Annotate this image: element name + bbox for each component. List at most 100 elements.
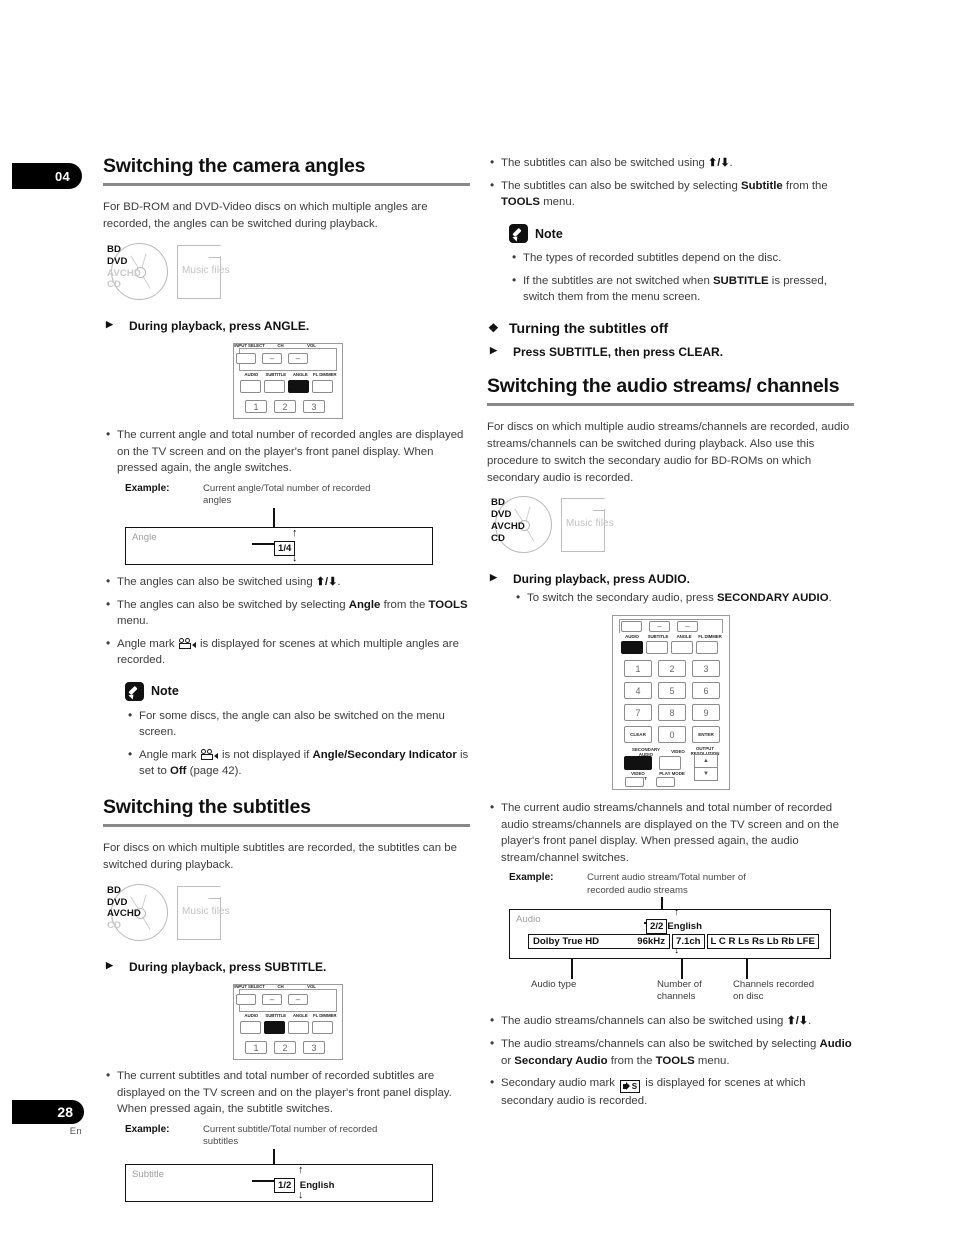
section1-intro: For BD-ROM and DVD-Video discs on which … (103, 201, 428, 231)
remote-key-enter: ENTER (692, 726, 720, 744)
remote-label-play-mode: PLAY MODE (659, 771, 685, 777)
remote-button-fl-dimmer (696, 641, 718, 655)
caption-audio-type: Audio type (531, 979, 577, 991)
disc-label-cd: CD (491, 532, 506, 544)
example-caption: Current audio stream/Total number of rec… (587, 872, 746, 896)
remote-keypad: 1 2 3 4 5 6 7 8 9 CLEAR 0 ENTER (624, 660, 720, 748)
page-language: En (69, 1126, 82, 1137)
remote-button-fl-dimmer (312, 380, 333, 394)
disc-label-bd: BD (107, 244, 122, 256)
note-title: Note (535, 226, 563, 241)
example-label: Example: (125, 1123, 170, 1135)
page-footer: 28 En (12, 1100, 96, 1137)
remote-label-audio: AUDIO (244, 1013, 259, 1018)
display-channel-list: L C R Ls Rs Lb Rb LFE (706, 934, 819, 950)
remote-key-2: 2 (658, 660, 686, 678)
subtitle-continued-bullets: The subtitles can also be switched using… (487, 154, 854, 211)
remote-button-ch: – (262, 993, 282, 1005)
remote-button-audio (240, 380, 261, 394)
disc-label-bd: BD (491, 497, 506, 509)
section3-bullets: The current audio streams/channels and t… (487, 799, 854, 866)
remote-key-7: 7 (624, 704, 652, 722)
display-sample-rate: 96kHz (637, 936, 665, 948)
pencil-icon (509, 224, 528, 243)
disc-label-dvd: DVD (107, 896, 128, 908)
remote-button-input-select (621, 621, 642, 633)
remote-label-input-select: INPUT SELECT (234, 343, 265, 349)
bullet: The current subtitles and total number o… (103, 1067, 470, 1118)
disc-label-dvd: DVD (491, 509, 512, 521)
remote-button-2: 2 (274, 400, 296, 414)
remote-button-play-mode (656, 777, 675, 788)
remote-button-vol: – (677, 621, 698, 633)
bullet: To switch the secondary audio, press SEC… (513, 590, 854, 607)
remote-label-vol: VOL (307, 343, 316, 349)
remote-diagram-audio: – – AUDIO SUBTITLE ANGLE FL DIMMER 1 2 3… (612, 615, 730, 791)
section-rule (103, 824, 470, 828)
note-header-1: Note (125, 681, 470, 701)
pencil-icon (125, 681, 144, 701)
remote-button-input-select (236, 352, 256, 364)
display-panel-angle: Angle 1/4 ↑ ↓ (125, 526, 433, 565)
secondary-audio-mark-icon: S (620, 1080, 641, 1094)
section3-bullets-after: The audio streams/channels can also be s… (487, 1012, 854, 1110)
remote-key-9: 9 (692, 704, 720, 722)
remote-button-1: 1 (245, 1041, 267, 1054)
right-column: The subtitles can also be switched using… (487, 154, 854, 1116)
bullet: The subtitles can also be switched using… (487, 154, 854, 172)
disc-label-avchd: AVCHD (107, 267, 141, 279)
step-press-audio: During playback, press AUDIO. (487, 572, 854, 586)
disc-label-bd: BD (107, 885, 122, 896)
remote-button-audio (240, 1021, 261, 1034)
bullet: The current audio streams/channels and t… (487, 799, 854, 866)
chapter-tab: 04 (12, 163, 82, 189)
example-label: Example: (509, 872, 554, 884)
remote-button-video (659, 756, 681, 771)
angle-mark-icon (200, 748, 218, 760)
display-audio-type: Dolby True HD (533, 936, 600, 948)
step-press-angle: During playback, press ANGLE. (103, 319, 470, 333)
display-panel-audio: Audio 2/2 English ↑ ↓ Dolby True HD 96kHz… (509, 907, 831, 960)
bullet: The types of recorded subtitles depend o… (509, 249, 854, 267)
media-compat-icons-1: BD DVD AVCHD CD Music files (107, 243, 470, 307)
media-compat-icons-2: BD DVD AVCHD CD Music files (107, 884, 470, 948)
example-caption: Current angle/Total number of recorded a… (203, 482, 371, 507)
remote-button-angle (288, 1021, 309, 1034)
remote-key-5: 5 (658, 682, 686, 700)
angle-mark-icon (178, 637, 196, 649)
remote-diagram-subtitle: INPUT SELECT CH VOL – – AUDIO SUBTITLE A… (233, 984, 343, 1060)
section3-intro: For discs on which multiple audio stream… (487, 420, 850, 484)
step-press-subtitle: During playback, press SUBTITLE. (103, 960, 470, 974)
display-channel-count: 7.1ch (672, 934, 705, 950)
bullet: The current angle and total number of re… (103, 426, 470, 477)
display-chip-subtitle: 1/2 (274, 1177, 296, 1193)
section-rule (103, 183, 470, 187)
example-angle: Example: Current angle/Total number of r… (125, 483, 470, 565)
remote-label-audio: AUDIO (244, 372, 259, 378)
remote-label-audio: AUDIO (625, 634, 639, 639)
remote-button-subtitle (646, 641, 668, 655)
bullet: For some discs, the angle can also be sw… (125, 707, 470, 741)
section-title-audio-streams: Switching the audio streams/ channels (487, 374, 840, 397)
remote-button-res-up: ▲ (695, 755, 717, 769)
remote-button-ch: – (262, 352, 282, 364)
remote-diagram-angle: INPUT SELECT CH VOL – – AUDIO SUBTITLE A… (233, 343, 343, 420)
display-audio-language: English (667, 921, 702, 933)
example-caption: Current subtitle/Total number of recorde… (203, 1123, 378, 1148)
remote-label-angle: ANGLE (292, 1013, 308, 1018)
remote-key-3: 3 (692, 660, 720, 678)
step-press-subtitle-clear: Press SUBTITLE, then press CLEAR. (487, 345, 854, 359)
bullet: Secondary audio mark S is displayed for … (487, 1074, 854, 1110)
up-down-arrow-icon: ⬆/⬇ (315, 575, 338, 588)
disc-format-labels: BD DVD AVCHD CD (491, 497, 561, 544)
remote-button-angle-highlighted (288, 380, 309, 394)
remote-key-4: 4 (624, 682, 652, 700)
remote-key-clear: CLEAR (624, 726, 652, 744)
subheading-turning-subtitles-off: Turning the subtitles off (487, 320, 854, 336)
section-title-camera-angles: Switching the camera angles (103, 155, 366, 177)
disc-label-cd: CD (107, 920, 122, 932)
remote-label-subtitle: SUBTITLE (265, 372, 287, 378)
display-subtitle-language: English (299, 1179, 335, 1191)
section2-bullets: The current subtitles and total number o… (103, 1067, 470, 1118)
remote-label-angle: ANGLE (292, 372, 308, 378)
